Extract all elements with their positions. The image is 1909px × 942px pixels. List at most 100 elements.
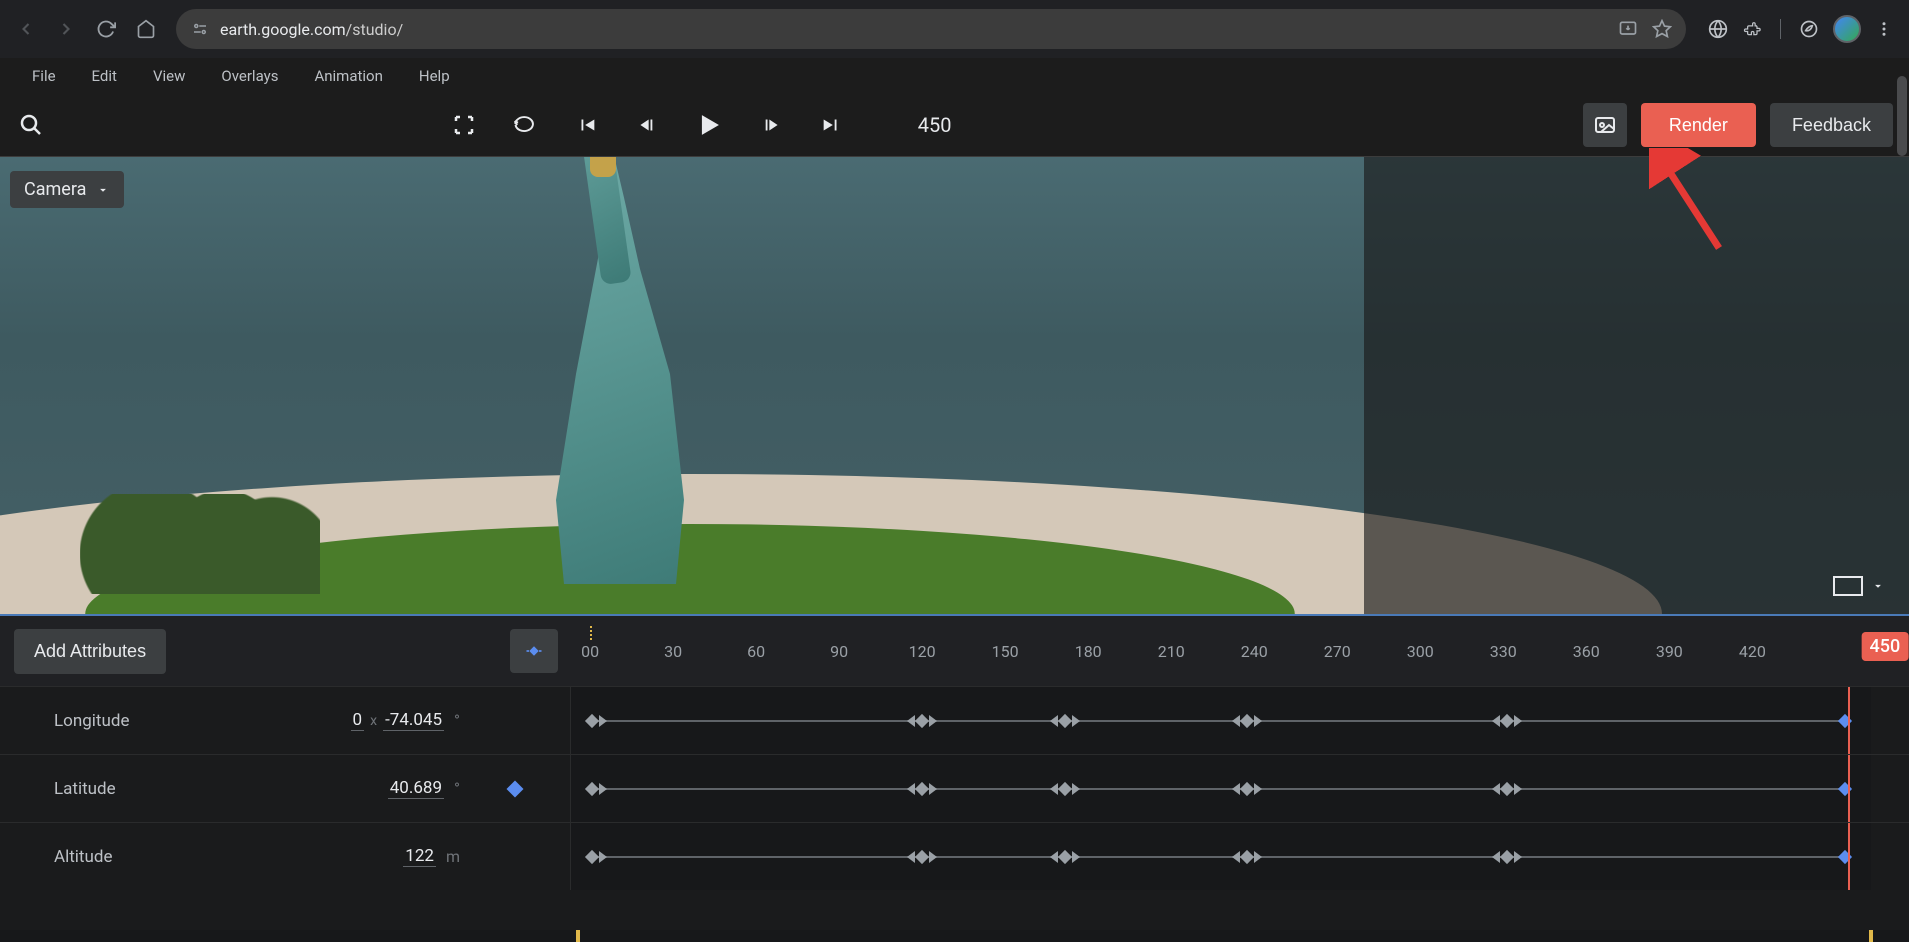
timeline-ruler[interactable]: 450 00 30 60 90 120 150 180 210 240 270 300 330 360 3… [570,616,1909,686]
step-back-button[interactable] [634,114,656,136]
ruler-tick: 150 [992,642,1019,661]
chevron-down-icon [1871,579,1885,593]
playhead-badge[interactable]: 450 [1862,632,1909,661]
play-button[interactable] [692,108,726,142]
attr-offset[interactable]: 0 [351,710,365,731]
skip-start-button[interactable] [576,114,598,136]
menu-animation[interactable]: Animation [296,61,400,91]
bookmark-icon[interactable] [1652,19,1672,39]
reload-button[interactable] [88,11,124,47]
keyframe-node[interactable] [907,715,937,727]
attr-value[interactable]: -74.045 [383,710,444,731]
attr-value[interactable]: 40.689 [388,778,444,799]
keyframe-node[interactable] [587,783,607,795]
install-icon[interactable] [1618,19,1638,39]
chrome-menu-icon[interactable] [1875,20,1893,38]
ruler-tick: 360 [1573,642,1600,661]
playhead-line[interactable] [1848,755,1850,822]
attr-label: Altitude [54,847,403,867]
globe-icon[interactable] [1708,19,1728,39]
keyframe-node[interactable] [907,783,937,795]
timeline-panel: Add Attributes 450 00 30 60 90 120 150 180 210 2… [0,616,1909,942]
ruler-tick: 60 [747,642,765,661]
step-forward-button[interactable] [762,114,784,136]
home-button[interactable] [128,11,164,47]
camera-dropdown[interactable]: Camera [10,171,124,208]
ruler-tick: 240 [1241,642,1268,661]
keyframe-node[interactable] [1232,715,1262,727]
feedback-button[interactable]: Feedback [1770,103,1893,147]
attr-label: Latitude [54,779,388,799]
snapshot-button[interactable] [1583,103,1627,147]
player-controls: 450 [452,108,952,142]
playhead-line[interactable] [1848,687,1850,754]
leaf-extension-icon[interactable] [1799,19,1819,39]
timeline-row: Latitude40.689° [0,754,1909,822]
address-bar[interactable]: earth.google.com/studio/ [176,9,1686,49]
site-settings-icon[interactable] [190,19,210,39]
ruler-tick: 00 [581,642,599,661]
attr-label: Longitude [54,711,351,731]
ruler-tick: 330 [1490,642,1517,661]
fullscreen-button[interactable] [452,113,476,137]
loop-button[interactable] [512,114,540,136]
frame-counter[interactable]: 450 [918,113,952,137]
add-attributes-button[interactable]: Add Attributes [14,629,166,674]
keyframe-node[interactable] [907,851,937,863]
menu-help[interactable]: Help [401,61,468,91]
divider [1780,19,1781,39]
ruler-tick: 270 [1324,642,1351,661]
menu-edit[interactable]: Edit [74,61,135,91]
keyframe-node[interactable] [1492,851,1522,863]
aspect-dropdown[interactable] [1833,576,1885,596]
keyframe-track[interactable] [570,687,1871,754]
keyframe-toggle[interactable] [460,783,570,795]
ruler-tick: 210 [1158,642,1185,661]
range-marker-start[interactable] [576,930,580,942]
timeline-row: Altitude122m [0,822,1909,890]
ruler-tick: 120 [909,642,936,661]
attr-value[interactable]: 122 [403,846,436,867]
keyframe-node[interactable] [1492,715,1522,727]
keyframe-track[interactable] [570,823,1871,890]
crop-mask-right [1364,157,1909,614]
menu-overlays[interactable]: Overlays [203,61,296,91]
chevron-down-icon [96,183,110,197]
ruler-tick: 30 [664,642,682,661]
keyframe-node[interactable] [1232,783,1262,795]
keyframe-node[interactable] [1050,783,1080,795]
keyframe-track[interactable] [570,755,1871,822]
keyframe-master-button[interactable] [510,629,558,673]
range-start-marker[interactable] [590,626,592,640]
timeline-row: Longitude0x-74.045° [0,686,1909,754]
playhead-line[interactable] [1848,823,1850,890]
back-button[interactable] [8,11,44,47]
app-menu-bar: FileEditViewOverlaysAnimationHelp [0,58,1909,94]
menu-file[interactable]: File [14,61,74,91]
viewport[interactable]: Camera [0,156,1909,616]
skip-end-button[interactable] [820,114,842,136]
menu-view[interactable]: View [135,61,203,91]
browser-toolbar: earth.google.com/studio/ [0,0,1909,58]
ruler-tick: 90 [830,642,848,661]
keyframe-node[interactable] [587,851,607,863]
timeline-header: Add Attributes 450 00 30 60 90 120 150 180 210 2… [0,616,1909,686]
keyframe-node[interactable] [1492,783,1522,795]
keyframe-node[interactable] [1050,851,1080,863]
range-marker-end[interactable] [1869,930,1873,942]
camera-label: Camera [24,179,86,200]
ruler-tick: 390 [1656,642,1683,661]
search-button[interactable] [16,110,46,140]
profile-avatar[interactable] [1833,15,1861,43]
forward-button[interactable] [48,11,84,47]
ruler-tick: 300 [1407,642,1434,661]
timeline-rows: Longitude0x-74.045°Latitude40.689°Altitu… [0,686,1909,930]
extensions-icon[interactable] [1742,19,1762,39]
render-button[interactable]: Render [1641,103,1756,147]
keyframe-node[interactable] [1232,851,1262,863]
app-toolbar: 450 Render Feedback [0,94,1909,156]
aspect-rect-icon [1833,576,1863,596]
keyframe-node[interactable] [587,715,607,727]
ruler-tick: 180 [1075,642,1102,661]
keyframe-node[interactable] [1050,715,1080,727]
